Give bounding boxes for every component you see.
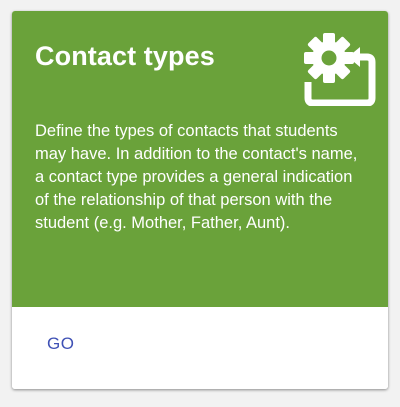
settings-applications-icon [304, 33, 376, 106]
go-button[interactable]: GO [35, 326, 86, 362]
card-header: Contact types Define the types of contac… [12, 11, 388, 307]
card-title: Contact types [35, 41, 215, 71]
card-actions: GO [12, 307, 388, 389]
contact-types-card: Contact types Define the types of contac… [12, 11, 388, 389]
card-description: Define the types of contacts that studen… [35, 122, 358, 232]
